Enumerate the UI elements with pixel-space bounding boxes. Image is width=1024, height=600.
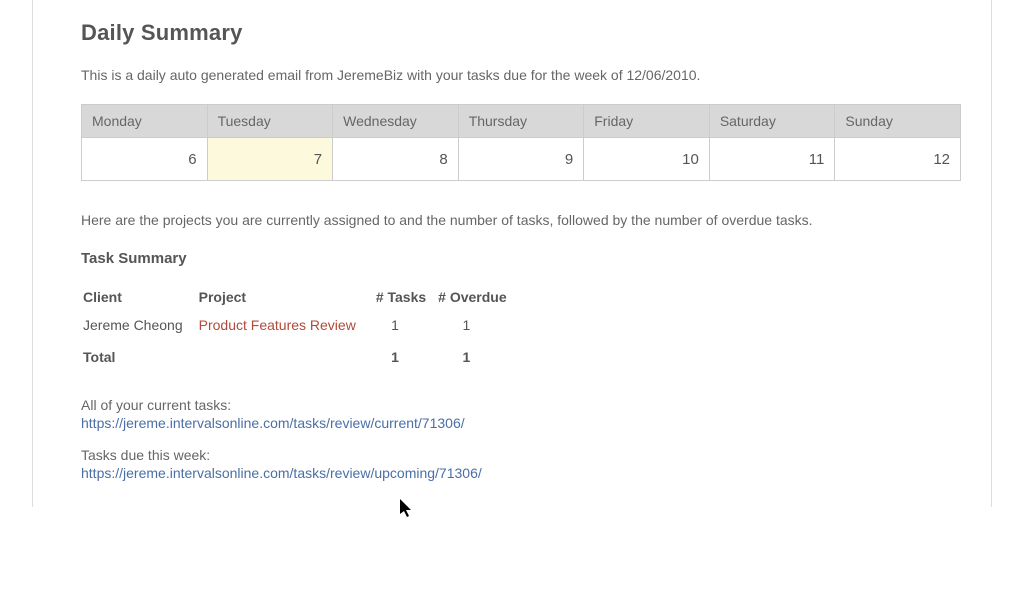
cell-overdue: 1: [432, 311, 512, 339]
day-cell: 12: [835, 138, 961, 181]
task-summary-table: Client Project # Tasks # Overdue Jereme …: [81, 283, 513, 371]
col-client: Client: [81, 283, 197, 311]
col-tasks: # Tasks: [370, 283, 432, 311]
day-header: Wednesday: [333, 105, 459, 138]
current-tasks-block: All of your current tasks: https://jerem…: [81, 397, 961, 431]
col-overdue: # Overdue: [432, 283, 512, 311]
day-cell: 9: [458, 138, 584, 181]
projects-intro: Here are the projects you are currently …: [81, 209, 961, 231]
day-header: Saturday: [709, 105, 835, 138]
table-row: Jereme Cheong Product Features Review 1 …: [81, 311, 513, 339]
day-cell: 10: [584, 138, 710, 181]
day-header: Thursday: [458, 105, 584, 138]
cell-tasks: 1: [370, 311, 432, 339]
cell-project: Product Features Review: [197, 311, 370, 339]
day-header: Monday: [82, 105, 208, 138]
day-header: Friday: [584, 105, 710, 138]
cell-total-overdue: 1: [432, 339, 512, 371]
cell-client: Jereme Cheong: [81, 311, 197, 339]
task-summary-heading: Task Summary: [81, 250, 961, 267]
day-cell: 11: [709, 138, 835, 181]
col-project: Project: [197, 283, 370, 311]
cell-total-label: Total: [81, 339, 197, 371]
day-header: Tuesday: [207, 105, 333, 138]
upcoming-tasks-label: Tasks due this week:: [81, 447, 961, 463]
cell-total-tasks: 1: [370, 339, 432, 371]
current-tasks-link[interactable]: https://jereme.intervalsonline.com/tasks…: [81, 415, 465, 431]
day-cell: 8: [333, 138, 459, 181]
intro-text: This is a daily auto generated email fro…: [81, 64, 961, 86]
day-cell-today: 7: [207, 138, 333, 181]
day-cell: 6: [82, 138, 208, 181]
page-title: Daily Summary: [81, 20, 961, 46]
upcoming-tasks-link[interactable]: https://jereme.intervalsonline.com/tasks…: [81, 465, 482, 481]
project-link[interactable]: Product Features Review: [199, 317, 356, 333]
current-tasks-label: All of your current tasks:: [81, 397, 961, 413]
table-row-total: Total 1 1: [81, 339, 513, 371]
day-header: Sunday: [835, 105, 961, 138]
week-calendar: Monday Tuesday Wednesday Thursday Friday…: [81, 104, 961, 181]
upcoming-tasks-block: Tasks due this week: https://jereme.inte…: [81, 447, 961, 481]
